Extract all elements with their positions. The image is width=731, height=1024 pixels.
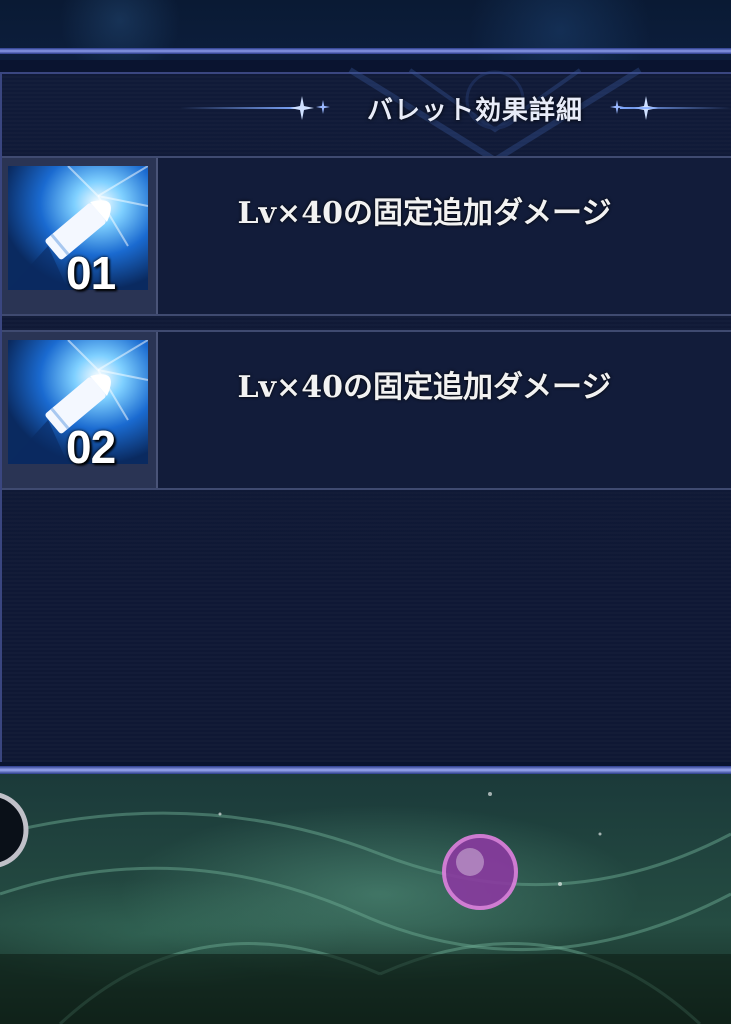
dialog-header: バレット効果詳細 xyxy=(150,86,731,130)
bullet-icon-box: 01 xyxy=(2,158,158,314)
sparkle-icon xyxy=(316,100,330,114)
sparkle-icon xyxy=(290,96,314,120)
bullet-effect-text: Lv×40の固定追加ダメージ xyxy=(237,196,612,231)
bullet-effect-text: Lv×40の固定追加ダメージ xyxy=(237,370,612,405)
field-decoration xyxy=(0,792,731,1024)
dialog-title: バレット効果詳細 xyxy=(366,96,583,126)
skill-ring-icon[interactable] xyxy=(0,792,29,868)
orb-icon xyxy=(442,834,518,910)
bullet-number: 01 xyxy=(66,247,116,299)
battle-field-background xyxy=(0,774,731,1024)
bullet-row-01: 01 Lv×40の固定追加ダメージ xyxy=(2,156,731,316)
header-divider-right xyxy=(620,107,731,109)
bullet-effect-area: Lv×40の固定追加ダメージ xyxy=(158,332,731,488)
bullet-icon-box: 02 xyxy=(2,332,158,488)
crescent-icon xyxy=(632,834,677,911)
bullet-effect-area: Lv×40の固定追加ダメージ xyxy=(158,158,731,314)
top-frame-bar xyxy=(0,48,731,54)
header-divider-left xyxy=(180,107,300,109)
bullet-number: 02 xyxy=(66,421,116,473)
bottom-frame-bar xyxy=(0,766,731,774)
bullet-row-02: 02 Lv×40の固定追加ダメージ xyxy=(2,330,731,490)
